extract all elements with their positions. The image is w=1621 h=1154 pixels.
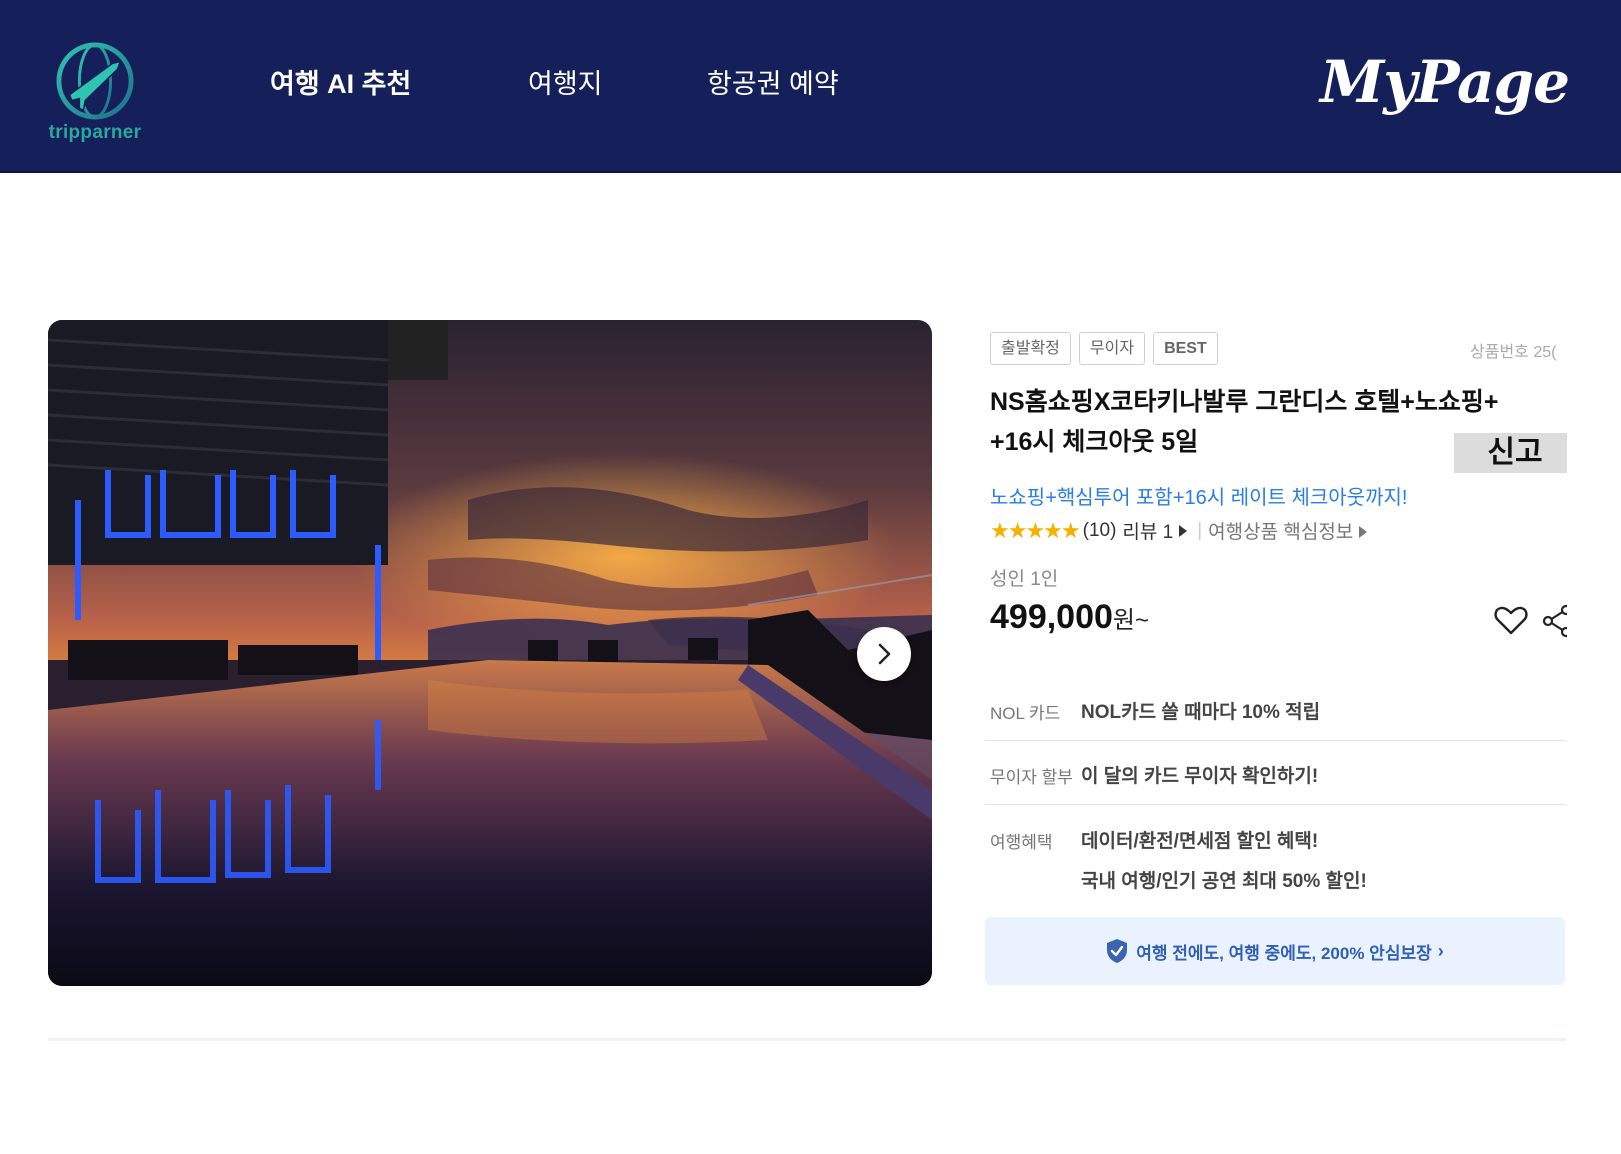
wishlist-button[interactable] bbox=[1493, 602, 1529, 638]
divider bbox=[985, 804, 1565, 805]
price-amount: 499,000 bbox=[990, 598, 1113, 636]
chevron-right-icon: › bbox=[1437, 940, 1444, 961]
product-photo bbox=[48, 320, 932, 986]
triangle-right-icon bbox=[1359, 526, 1368, 538]
top-header: tripparner 여행 AI 추천 여행지 항공권 예약 MyPage bbox=[0, 0, 1621, 173]
nav-destination[interactable]: 여행지 bbox=[528, 62, 603, 101]
shield-check-icon bbox=[1107, 939, 1128, 963]
triangle-right-icon bbox=[1179, 524, 1188, 537]
core-info-link[interactable]: 여행상품 핵심정보 bbox=[1208, 517, 1371, 544]
share-button[interactable] bbox=[1542, 604, 1567, 638]
section-divider bbox=[48, 1038, 1566, 1041]
product-number: 상품번호 25( bbox=[1470, 344, 1557, 361]
nav-ai-recommend[interactable]: 여행 AI 추천 bbox=[270, 62, 411, 101]
guarantee-text: 여행 전에도, 여행 중에도, 200% 안심보장 bbox=[1136, 943, 1432, 963]
nol-card-value: NOL카드 쓸 때마다 10% 적립 bbox=[1081, 702, 1321, 723]
rating-row: ★★★★★ (10) 리뷰 1 | 여행상품 핵심정보 bbox=[990, 517, 1371, 544]
rating-count: (10) bbox=[1082, 519, 1117, 541]
benefit-value-2: 국내 여행/인기 공연 최대 50% 할인! bbox=[1081, 871, 1367, 892]
divider-bar: | bbox=[1197, 519, 1203, 541]
badge-best: BEST bbox=[1153, 332, 1218, 365]
benefit-label: 여행혜택 bbox=[990, 833, 1053, 852]
installment-value: 이 달의 카드 무이자 확인하기! bbox=[1081, 766, 1319, 787]
logo-text: tripparner bbox=[48, 122, 142, 143]
nav-flight-booking[interactable]: 항공권 예약 bbox=[707, 62, 839, 101]
review-link[interactable]: 리뷰 1 bbox=[1122, 517, 1173, 544]
badge-list: 출발확정 무이자 BEST bbox=[990, 332, 1218, 365]
adult-label: 성인 1인 bbox=[990, 569, 1059, 590]
nol-card-label: NOL 카드 bbox=[990, 704, 1061, 723]
product-title-line1: NS홈쇼핑X코타키나발루 그란디스 호텔+노쇼핑+ bbox=[990, 388, 1499, 416]
globe-plane-logo-icon bbox=[56, 42, 134, 120]
mypage-link[interactable]: MyPage bbox=[1320, 48, 1570, 116]
heart-icon bbox=[1494, 606, 1528, 635]
badge-departure-confirmed: 출발확정 bbox=[990, 332, 1071, 365]
product-subtitle: 노쇼핑+핵심투어 포함+16시 레이트 체크아웃까지! bbox=[990, 487, 1408, 509]
photo-next-button[interactable] bbox=[857, 627, 911, 681]
divider bbox=[985, 740, 1565, 741]
installment-label: 무이자 할부 bbox=[990, 768, 1073, 787]
logo[interactable]: tripparner bbox=[40, 40, 150, 150]
badge-interest-free: 무이자 bbox=[1078, 332, 1146, 365]
product-info-panel: 출발확정 무이자 BEST 상품번호 25( NS홈쇼핑X코타키나발루 그란디스… bbox=[985, 320, 1567, 1000]
share-icon bbox=[1542, 604, 1567, 638]
benefit-value-1: 데이터/환전/면세점 할인 혜택! bbox=[1081, 831, 1319, 852]
rooftop-pool-sunset-image bbox=[48, 320, 932, 986]
safety-guarantee-banner[interactable]: 여행 전에도, 여행 중에도, 200% 안심보장 › bbox=[985, 917, 1565, 985]
star-icon: ★★★★★ bbox=[990, 517, 1081, 543]
chevron-right-icon bbox=[878, 643, 891, 665]
price: 499,000원~ bbox=[990, 598, 1149, 637]
price-unit: 원~ bbox=[1112, 607, 1150, 634]
report-button[interactable]: 신고 bbox=[1454, 433, 1567, 473]
core-info-label: 여행상품 핵심정보 bbox=[1208, 522, 1354, 543]
